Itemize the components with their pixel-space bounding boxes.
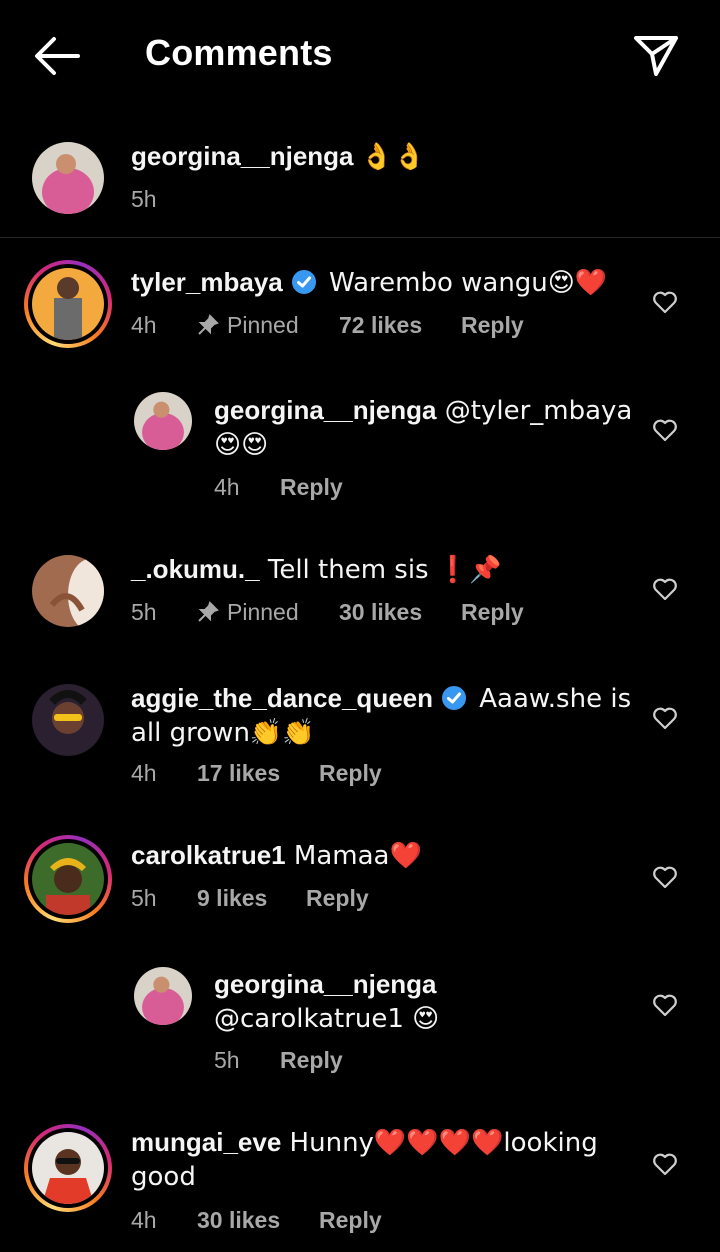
reply-button[interactable]: Reply (280, 474, 343, 501)
page-title: Comments (145, 32, 333, 73)
reply-button[interactable]: Reply (461, 599, 524, 626)
reply-button[interactable]: Reply (280, 1047, 343, 1074)
comment-username[interactable]: carolkatrue1 (131, 840, 286, 870)
avatar[interactable] (134, 967, 192, 1025)
likes-count[interactable]: 9 likes (197, 885, 267, 912)
verified-badge-icon (291, 270, 316, 294)
pinned-label: Pinned (197, 312, 299, 339)
comment-text: Tell them sis ❗📌 (259, 555, 502, 585)
send-icon[interactable] (632, 30, 680, 78)
top-bar: Comments (0, 0, 720, 108)
comment-text: Warembo wangu😍❤️ (320, 268, 608, 298)
like-heart-icon[interactable] (652, 865, 678, 889)
like-heart-icon[interactable] (652, 706, 678, 730)
reply-item: georgina__njenga @carolkatrue1 😍 5h Repl… (0, 967, 720, 1077)
comment-time: 5h (131, 885, 157, 911)
avatar[interactable] (24, 1124, 112, 1212)
comment-time: 5h (131, 599, 157, 625)
avatar[interactable] (24, 260, 112, 348)
verified-badge-icon (442, 686, 466, 710)
avatar[interactable] (32, 142, 104, 214)
comment-item: _.okumu._ Tell them sis ❗📌 5h Pinned 30 … (0, 554, 720, 655)
avatar[interactable] (32, 555, 104, 627)
like-heart-icon[interactable] (652, 418, 678, 442)
like-heart-icon[interactable] (652, 577, 678, 601)
pinned-label: Pinned (197, 599, 299, 626)
caption-time: 5h (131, 186, 157, 212)
reply-button[interactable]: Reply (461, 312, 524, 339)
reply-time: 4h (214, 474, 240, 500)
comment-item: carolkatrue1 Mamaa❤️ 5h 9 likes Reply (0, 835, 720, 935)
reply-username[interactable]: georgina__njenga (214, 395, 437, 425)
avatar[interactable] (24, 835, 112, 923)
reply-text: @carolkatrue1 😍 (214, 1004, 440, 1034)
likes-count[interactable]: 30 likes (339, 599, 422, 626)
likes-count[interactable]: 30 likes (197, 1207, 280, 1234)
comment-item: mungai_eve Hunny❤️❤️❤️❤️looking good 4h … (0, 1124, 720, 1244)
like-heart-icon[interactable] (652, 1152, 678, 1176)
caption-username[interactable]: georgina__njenga (131, 141, 354, 171)
comment-username[interactable]: aggie_the_dance_queen (131, 683, 433, 713)
reply-button[interactable]: Reply (319, 1207, 382, 1234)
reply-time: 5h (214, 1047, 240, 1073)
pin-icon (198, 601, 219, 622)
comment-time: 4h (131, 1207, 157, 1233)
caption-text: 👌👌 (360, 142, 426, 172)
like-heart-icon[interactable] (652, 993, 678, 1017)
comment-item: tyler_mbaya Warembo wangu😍❤️ 4h Pinned 7… (0, 260, 720, 370)
comment-username[interactable]: tyler_mbaya (131, 267, 283, 297)
avatar[interactable] (32, 684, 104, 756)
reply-item: georgina__njenga @tyler_mbaya 😍😍 4h Repl… (0, 392, 720, 502)
comment-username[interactable]: mungai_eve (131, 1127, 281, 1157)
comment-time: 4h (131, 312, 157, 338)
back-arrow-icon[interactable] (30, 34, 82, 78)
pin-icon (198, 314, 219, 335)
avatar[interactable] (134, 392, 192, 450)
comment-item: aggie_the_dance_queen Aaaw.she is all gr… (0, 683, 720, 794)
reply-button[interactable]: Reply (319, 760, 382, 787)
comment-username[interactable]: _.okumu._ (131, 554, 260, 584)
reply-username[interactable]: georgina__njenga (214, 969, 437, 999)
likes-count[interactable]: 17 likes (197, 760, 280, 787)
like-heart-icon[interactable] (652, 290, 678, 314)
comment-text: Mamaa❤️ (285, 841, 422, 871)
likes-count[interactable]: 72 likes (339, 312, 422, 339)
post-caption: georgina__njenga 👌👌 5h (0, 124, 720, 238)
reply-button[interactable]: Reply (306, 885, 369, 912)
comment-time: 4h (131, 760, 157, 786)
